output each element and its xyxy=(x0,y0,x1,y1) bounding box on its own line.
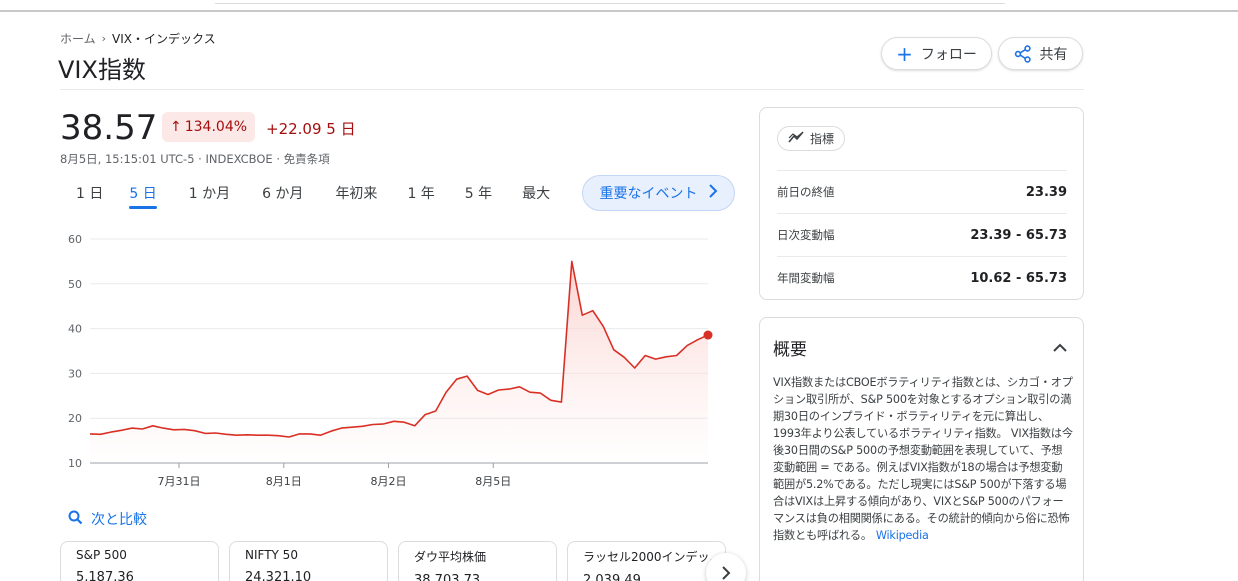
y-tick-label: 20 xyxy=(68,412,82,425)
indicators-chip[interactable]: 指標 xyxy=(777,126,846,151)
follow-label: フォロー xyxy=(920,46,977,63)
related-value: 38,703.73 xyxy=(414,573,481,581)
range-tab[interactable]: 6 か月 xyxy=(262,183,303,203)
y-tick-label: 60 xyxy=(68,233,82,246)
range-tab[interactable]: 1 か月 xyxy=(189,183,230,203)
search-bar-edge[interactable] xyxy=(215,0,1005,4)
range-tab[interactable]: 年初来 xyxy=(335,183,377,203)
related-value: 2,039.49 xyxy=(583,573,641,581)
about-description: VIX指数またはCBOEボラティリティ指数とは、シカゴ・オプション取引所が、S&… xyxy=(773,374,1073,544)
current-price: 38.57 xyxy=(60,108,158,148)
percent-change-badge: ↑ 134.04% xyxy=(162,112,256,142)
range-tab[interactable]: 5 年 xyxy=(465,183,492,203)
related-card-russell2000[interactable]: ラッセル2000インデッ... 2,039.49 xyxy=(567,541,726,581)
related-name: NIFTY 50 xyxy=(245,548,298,562)
stat-row-day-range: 日次変動幅 23.39 - 65.73 xyxy=(777,213,1067,256)
range-tab[interactable]: 1 日 xyxy=(76,183,103,203)
related-name: ダウ平均株価 xyxy=(414,550,487,564)
related-card-sp500[interactable]: S&P 500 5,187.36 xyxy=(60,541,219,581)
quote-timestamp: 8月5日, 15:15:01 UTC-5 · INDEXCBOE · 免責条項 xyxy=(60,152,330,166)
breadcrumb: ホーム › VIX・インデックス xyxy=(60,30,216,47)
compare-label: 次と比較 xyxy=(91,512,147,528)
search-icon xyxy=(68,510,83,529)
key-events-button[interactable]: 重要なイベント xyxy=(582,175,735,211)
share-button[interactable]: 共有 xyxy=(998,37,1083,70)
percent-change-value: 134.04% xyxy=(184,119,248,135)
y-tick-label: 40 xyxy=(68,323,82,336)
breadcrumb-home[interactable]: ホーム xyxy=(60,30,96,47)
arrow-up-icon: ↑ xyxy=(170,119,182,135)
related-card-nifty50[interactable]: NIFTY 50 24,321.10 xyxy=(229,541,388,581)
chevron-right-icon xyxy=(721,561,731,581)
browser-top-bar xyxy=(0,0,1238,12)
breadcrumb-current: VIX・インデックス xyxy=(112,32,216,46)
stat-label: 年間変動幅 xyxy=(777,271,835,285)
range-tab[interactable]: 5 日 xyxy=(129,183,158,209)
header-divider xyxy=(60,89,1084,90)
absolute-change: +22.09 5 日 xyxy=(266,120,356,138)
y-tick-label: 50 xyxy=(68,278,82,291)
stat-value: 23.39 xyxy=(1025,184,1067,200)
plus-icon: + xyxy=(896,41,913,66)
page-title: VIX指数 xyxy=(58,56,146,84)
key-stats-card: 指標 前日の終値 23.39 日次変動幅 23.39 - 65.73 年間変動幅… xyxy=(759,107,1084,300)
range-tab[interactable]: 最大 xyxy=(522,183,550,203)
related-indices: S&P 500 5,187.36 NIFTY 50 24,321.10 ダウ平均… xyxy=(60,541,726,581)
stat-row-prev-close: 前日の終値 23.39 xyxy=(777,170,1067,213)
next-cards-button[interactable] xyxy=(706,553,746,581)
related-value: 5,187.36 xyxy=(76,570,134,581)
related-value: 24,321.10 xyxy=(245,570,312,581)
chevron-right-icon xyxy=(708,184,718,202)
stat-label: 前日の終値 xyxy=(777,185,835,199)
trend-lines-icon xyxy=(788,131,804,146)
stat-value: 10.62 - 65.73 xyxy=(970,270,1067,286)
about-card: 概要 VIX指数またはCBOEボラティリティ指数とは、シカゴ・オプション取引所が… xyxy=(759,317,1084,581)
share-label: 共有 xyxy=(1039,46,1068,63)
about-title: 概要 xyxy=(773,340,807,360)
last-point-marker xyxy=(703,330,713,340)
chevron-up-icon[interactable] xyxy=(1050,338,1070,358)
x-tick-label: 7月31日 xyxy=(158,475,201,488)
about-text: VIX指数またはCBOEボラティリティ指数とは、シカゴ・オプション取引所が、S&… xyxy=(773,376,1073,542)
x-tick-label: 8月2日 xyxy=(371,475,407,488)
related-card-dow[interactable]: ダウ平均株価 38,703.73 xyxy=(398,541,557,581)
price-chart[interactable]: 10 20 30 40 50 60 7月31日 8月1日 8月2日 8月5日 xyxy=(60,226,720,496)
indicators-label: 指標 xyxy=(810,132,835,146)
y-tick-label: 30 xyxy=(68,367,82,380)
range-tab[interactable]: 1 年 xyxy=(407,183,434,203)
stat-label: 日次変動幅 xyxy=(777,228,835,242)
x-tick-label: 8月5日 xyxy=(475,475,511,488)
wikipedia-link[interactable]: Wikipedia xyxy=(876,529,929,542)
follow-button[interactable]: + フォロー xyxy=(881,37,992,70)
key-events-label: 重要なイベント xyxy=(599,186,698,202)
range-tabs: 1 日 5 日 1 か月 6 か月 年初来 1 年 5 年 最大 xyxy=(60,176,550,210)
compare-button[interactable]: 次と比較 xyxy=(68,509,147,529)
share-icon xyxy=(1014,44,1032,63)
x-tick-label: 8月1日 xyxy=(266,475,302,488)
stat-value: 23.39 - 65.73 xyxy=(970,227,1067,243)
chevron-right-icon: › xyxy=(101,32,107,45)
related-name: S&P 500 xyxy=(76,548,127,562)
stat-row-year-range: 年間変動幅 10.62 - 65.73 xyxy=(777,256,1067,299)
y-tick-label: 10 xyxy=(68,457,82,470)
series-area xyxy=(90,261,708,463)
related-name: ラッセル2000インデッ... xyxy=(583,550,721,564)
